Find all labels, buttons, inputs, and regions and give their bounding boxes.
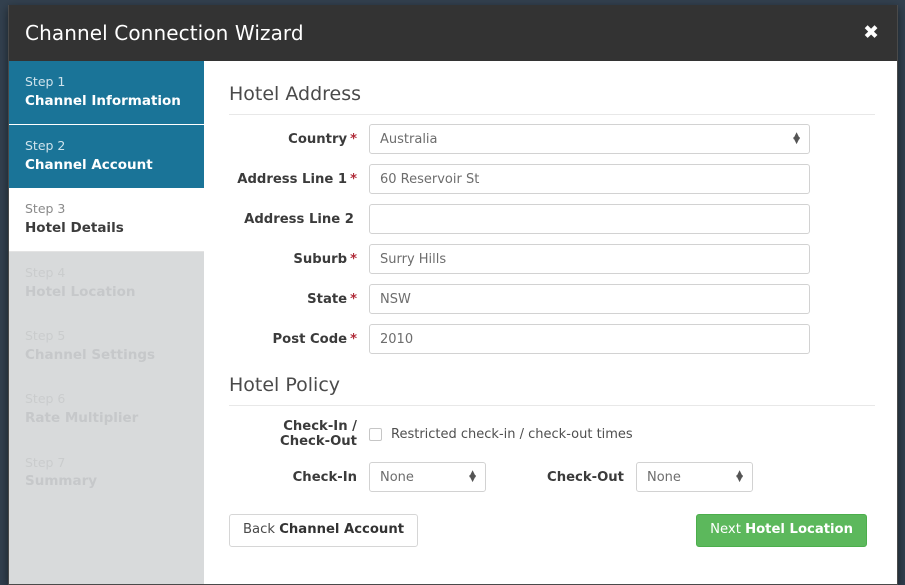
step-label: Channel Account (25, 156, 188, 174)
step-label: Channel Settings (25, 346, 188, 364)
step-number: Step 1 (25, 74, 188, 91)
next-button-lead: Next (710, 522, 741, 537)
state-label: State* (229, 292, 369, 307)
next-button-target: Hotel Location (745, 522, 853, 537)
address-line-1-input[interactable]: 60 Reservoir St (369, 164, 810, 194)
chevron-updown-icon: ▲▼ (736, 472, 743, 482)
step-label: Channel Information (25, 92, 188, 110)
sidebar-step-7-summary: Step 7 Summary (9, 442, 204, 505)
check-out-time-select[interactable]: None ▲▼ (636, 462, 753, 492)
country-label-text: Country (288, 132, 347, 147)
check-out-time-label: Check-Out (486, 470, 636, 485)
chevron-updown-icon: ▲▼ (793, 134, 800, 144)
suburb-label: Suburb* (229, 252, 369, 267)
sidebar-step-3-hotel-details[interactable]: Step 3 Hotel Details (9, 188, 204, 252)
post-code-input[interactable]: 2010 (369, 324, 810, 354)
address-line-2-label: Address Line 2 (229, 212, 369, 227)
back-button[interactable]: Back Channel Account (229, 514, 418, 547)
step-number: Step 3 (25, 201, 188, 218)
checkin-checkout-time-row: Check-In None ▲▼ Check-Out None ▲▼ (229, 462, 875, 492)
state-row: State* NSW (229, 284, 875, 314)
check-in-time-value: None (380, 470, 414, 485)
step-label: Rate Multiplier (25, 409, 188, 427)
step-number: Step 5 (25, 328, 188, 345)
step-number: Step 4 (25, 265, 188, 282)
address-line-2-row: Address Line 2 (229, 204, 875, 234)
address-line-1-label: Address Line 1* (229, 172, 369, 187)
close-icon[interactable]: ✖ (859, 22, 883, 45)
hotel-policy-heading: Hotel Policy (229, 374, 875, 406)
restricted-times-row: Check-In / Check-Out Restricted check-in… (229, 419, 875, 449)
country-select-value: Australia (380, 132, 438, 147)
required-asterisk: * (350, 132, 357, 147)
check-out-time-value: None (647, 470, 681, 485)
step-label: Hotel Location (25, 283, 188, 301)
required-asterisk: * (350, 172, 357, 187)
step-number: Step 6 (25, 391, 188, 408)
required-asterisk: * (350, 332, 357, 347)
wizard-footer: Back Channel Account Next Hotel Location (229, 514, 875, 547)
post-code-value: 2010 (380, 332, 413, 347)
restricted-times-checkbox-label: Restricted check-in / check-out times (391, 427, 633, 442)
back-button-target: Channel Account (279, 522, 404, 537)
step-label: Hotel Details (25, 219, 188, 237)
restricted-times-checkbox[interactable] (369, 428, 382, 441)
required-asterisk: * (350, 252, 357, 267)
modal-title: Channel Connection Wizard (25, 21, 304, 45)
address-line-1-row: Address Line 1* 60 Reservoir St (229, 164, 875, 194)
country-row: Country* Australia ▲▼ (229, 124, 875, 154)
country-label: Country* (229, 132, 369, 147)
sidebar-step-6-rate-multiplier: Step 6 Rate Multiplier (9, 378, 204, 441)
modal-header: Channel Connection Wizard ✖ (9, 5, 897, 61)
suburb-input[interactable]: Surry Hills (369, 244, 810, 274)
required-asterisk: * (350, 292, 357, 307)
suburb-row: Suburb* Surry Hills (229, 244, 875, 274)
address-line-2-label-text: Address Line 2 (244, 212, 354, 227)
sidebar-filler (9, 505, 204, 584)
post-code-label: Post Code* (229, 332, 369, 347)
check-in-time-select[interactable]: None ▲▼ (369, 462, 486, 492)
post-code-row: Post Code* 2010 (229, 324, 875, 354)
sidebar-step-5-channel-settings: Step 5 Channel Settings (9, 315, 204, 378)
state-value: NSW (380, 292, 411, 307)
state-label-text: State (307, 292, 347, 307)
wizard-content-pane: Hotel Address Country* Australia ▲▼ Addr… (204, 61, 897, 584)
suburb-value: Surry Hills (380, 252, 446, 267)
wizard-step-sidebar: Step 1 Channel Information Step 2 Channe… (9, 61, 204, 584)
check-in-check-out-label: Check-In / Check-Out (229, 419, 369, 449)
step-number: Step 2 (25, 138, 188, 155)
step-label: Summary (25, 472, 188, 490)
sidebar-step-1-channel-information[interactable]: Step 1 Channel Information (9, 61, 204, 124)
step-number: Step 7 (25, 455, 188, 472)
address-line-1-value: 60 Reservoir St (380, 172, 479, 187)
sidebar-step-4-hotel-location: Step 4 Hotel Location (9, 252, 204, 315)
address-line-2-input[interactable] (369, 204, 810, 234)
state-input[interactable]: NSW (369, 284, 810, 314)
modal-body: Step 1 Channel Information Step 2 Channe… (9, 61, 897, 584)
chevron-updown-icon: ▲▼ (469, 472, 476, 482)
next-button[interactable]: Next Hotel Location (696, 514, 867, 547)
address-line-1-label-text: Address Line 1 (237, 172, 347, 187)
back-button-lead: Back (243, 522, 275, 537)
post-code-label-text: Post Code (273, 332, 348, 347)
sidebar-step-2-channel-account[interactable]: Step 2 Channel Account (9, 124, 204, 188)
country-select[interactable]: Australia ▲▼ (369, 124, 810, 154)
check-in-time-label: Check-In (229, 470, 369, 485)
hotel-address-heading: Hotel Address (229, 83, 875, 115)
channel-connection-wizard-modal: Channel Connection Wizard ✖ Step 1 Chann… (8, 5, 898, 585)
suburb-label-text: Suburb (293, 252, 347, 267)
